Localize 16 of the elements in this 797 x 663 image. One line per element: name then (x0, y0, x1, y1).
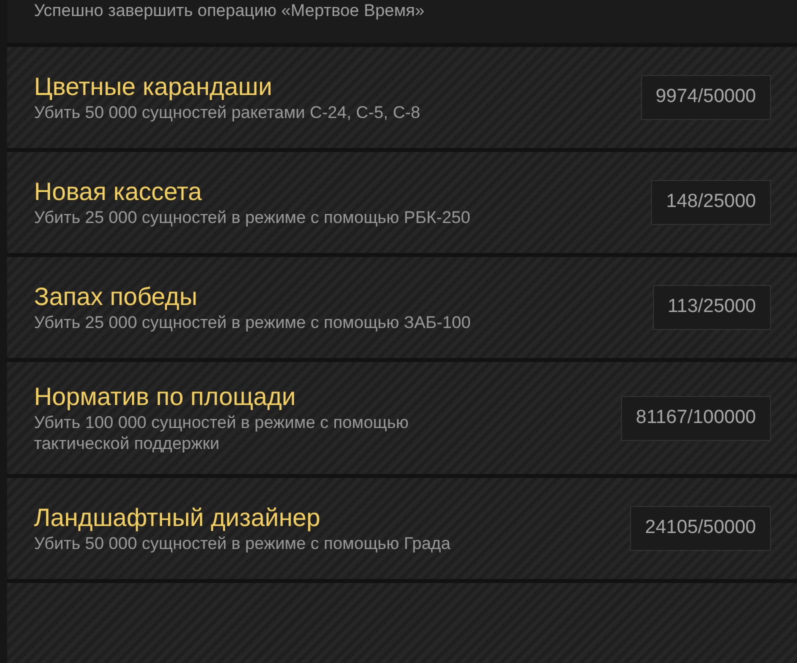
achievement-description: Успешно завершить операцию «Мертвое Время» (34, 0, 426, 21)
achievement-title: Запах победы (34, 282, 198, 312)
achievement-title: Норматив по площади (34, 382, 297, 412)
achievement-description: Убить 50 000 сущностей ракетами С-24, С-5, С-8 (34, 102, 420, 123)
progress-counter: 148/25000 (651, 180, 771, 225)
achievement-description: Убить 50 000 сущностей в режиме с помощью Града (34, 533, 450, 554)
achievement-title: Цветные карандаши (34, 72, 274, 102)
progress-counter: 113/25000 (652, 285, 771, 330)
progress-counter: 9974/50000 (640, 75, 771, 120)
achievement-title: Новая кассета (34, 177, 203, 207)
achievement-description: Убить 25 000 сущностей в режиме с помощью ЗАБ-100 (34, 312, 471, 333)
progress-counter: 81167/100000 (620, 396, 771, 440)
achievement-description: Убить 25 000 сущностей в режиме с помощью РБК-250 (34, 207, 470, 228)
progress-counter: 24105/50000 (630, 506, 771, 551)
achievement-description: Убить 100 000 сущностей в режиме с помощью тактической поддержки (34, 412, 410, 454)
achievement-title: Ландшафтный дизайнер (34, 503, 322, 533)
